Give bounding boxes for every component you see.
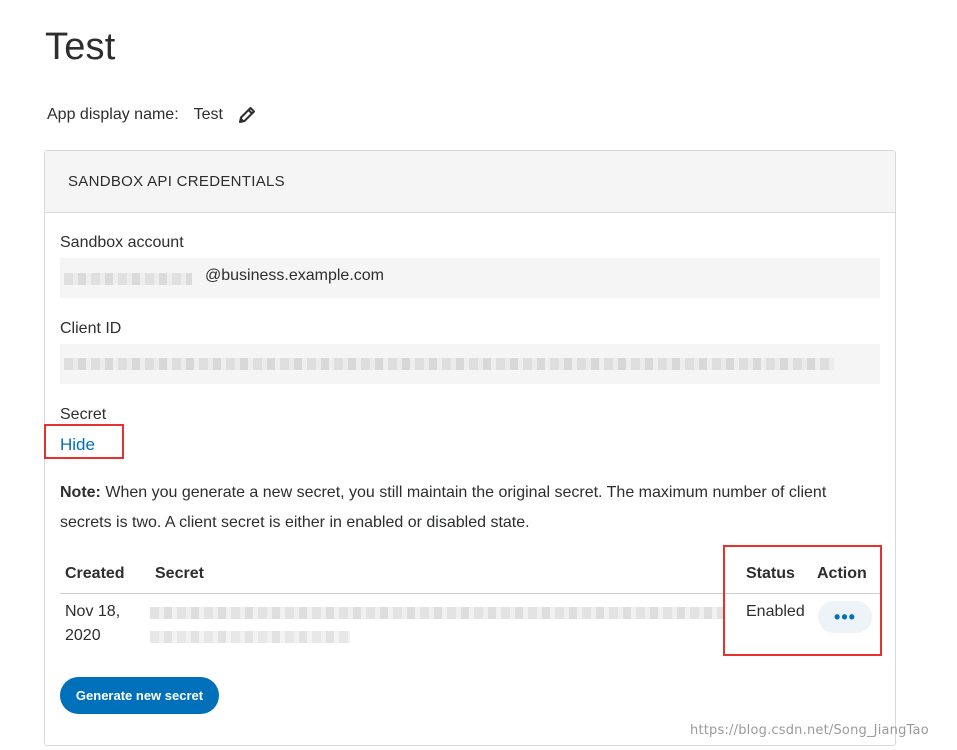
column-header-created: Created bbox=[65, 565, 125, 582]
watermark: https://blog.csdn.net/Song_JiangTao bbox=[690, 723, 929, 738]
note-bold-label: Note: bbox=[60, 484, 101, 501]
app-display-name-label: App display name: bbox=[47, 106, 179, 123]
sandbox-credentials-card: SANDBOX API CREDENTIALS Sandbox account … bbox=[44, 150, 896, 746]
sandbox-account-label: Sandbox account bbox=[60, 234, 184, 251]
note-text: When you generate a new secret, you stil… bbox=[60, 484, 827, 531]
pencil-icon[interactable] bbox=[237, 105, 257, 125]
sandbox-account-field: @business.example.com bbox=[60, 258, 880, 298]
app-display-name-row: App display name: Test bbox=[47, 105, 257, 125]
redacted-client-id bbox=[64, 358, 834, 370]
app-display-name-value: Test bbox=[193, 106, 223, 123]
column-header-secret: Secret bbox=[155, 565, 204, 582]
secret-label: Secret bbox=[60, 406, 107, 423]
page-title: Test bbox=[45, 26, 116, 68]
client-id-field bbox=[60, 344, 880, 384]
redacted-secret-line-1 bbox=[150, 607, 725, 619]
redacted-secret-line-2 bbox=[150, 631, 350, 643]
generate-new-secret-button[interactable]: Generate new secret bbox=[60, 677, 219, 714]
redacted-email-prefix bbox=[64, 273, 192, 285]
highlight-box-status-action bbox=[723, 545, 882, 656]
secret-note: Note: When you generate a new secret, yo… bbox=[60, 478, 880, 538]
sandbox-account-email-domain: @business.example.com bbox=[205, 267, 384, 284]
highlight-box-hide bbox=[44, 424, 124, 459]
card-header: SANDBOX API CREDENTIALS bbox=[45, 151, 895, 213]
created-date-cell: Nov 18, 2020 bbox=[65, 603, 121, 644]
client-id-label: Client ID bbox=[60, 320, 122, 337]
